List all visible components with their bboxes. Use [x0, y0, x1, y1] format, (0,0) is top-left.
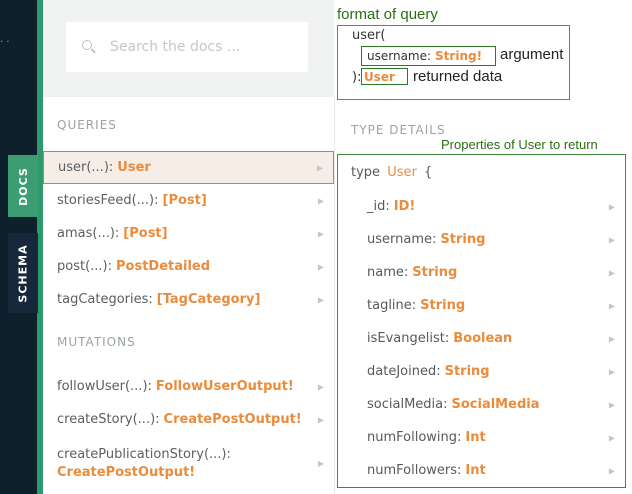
type-open-brace: {	[423, 165, 433, 180]
field-type[interactable]: String	[445, 364, 490, 379]
query-post[interactable]: post(...): PostDetailed ▶	[43, 250, 334, 283]
return-type: User	[364, 69, 395, 84]
mutation-followuser[interactable]: followUser(...): FollowUserOutput! ▶	[43, 370, 334, 403]
field-name: _id:	[367, 199, 390, 214]
query-user[interactable]: user(...): User ▶	[43, 151, 334, 184]
field-name: username:	[367, 232, 437, 247]
argument-type: String!	[435, 49, 483, 63]
chevron-right-icon: ▶	[608, 367, 615, 376]
return-annotation-label: returned data	[413, 68, 503, 85]
argument-box: username: String!	[361, 46, 496, 66]
field-type[interactable]: SocialMedia	[452, 397, 540, 412]
search-input[interactable]	[110, 39, 300, 55]
type-field-numfollowers[interactable]: numFollowers: Int ▶	[367, 454, 621, 487]
chevron-right-icon: ▶	[317, 415, 324, 424]
tab-docs[interactable]: DOCS	[8, 155, 38, 217]
field-name: numFollowers:	[367, 463, 462, 478]
query-amas[interactable]: amas(...): [Post] ▶	[43, 217, 334, 250]
argument-annotation-label: argument	[500, 46, 564, 63]
format-annotation-label: format of query	[337, 6, 438, 23]
chevron-right-icon: ▶	[608, 433, 615, 442]
chevron-right-icon: ▶	[608, 334, 615, 343]
query-name: storiesFeed(...):	[57, 193, 159, 208]
field-type[interactable]: String	[440, 232, 485, 247]
mutation-name: createStory(...):	[57, 412, 160, 427]
argument-name: username:	[367, 49, 432, 63]
mutation-name: followUser(...):	[57, 379, 152, 394]
type-keyword: type	[351, 165, 381, 180]
type-field-isevangelist[interactable]: isEvangelist: Boolean ▶	[367, 322, 621, 355]
query-type[interactable]: PostDetailed	[116, 259, 210, 274]
query-storiesfeed[interactable]: storiesFeed(...): [Post] ▶	[43, 184, 334, 217]
query-name: amas(...):	[57, 226, 120, 241]
tab-docs-label: DOCS	[16, 166, 30, 206]
type-header: type User {	[351, 165, 432, 180]
field-type[interactable]: Int	[465, 463, 485, 478]
query-name: user(...):	[58, 160, 114, 175]
query-type[interactable]: [Post]	[123, 226, 167, 241]
mutation-createstory[interactable]: createStory(...): CreatePostOutput! ▶	[43, 403, 334, 436]
properties-annotation-label: Properties of User to return	[441, 137, 598, 152]
query-format-open: user(	[352, 28, 386, 43]
search-box[interactable]	[66, 22, 308, 72]
field-type[interactable]: String	[412, 265, 457, 280]
mutation-createpublicationstory[interactable]: createPublicationStory(...): CreatePostO…	[43, 440, 334, 488]
field-type[interactable]: ID!	[394, 199, 416, 214]
mutation-name: createPublicationStory(...):	[57, 447, 231, 462]
chevron-right-icon: ▶	[608, 235, 615, 244]
field-name: dateJoined:	[367, 364, 441, 379]
query-type[interactable]: User	[117, 160, 151, 175]
chevron-right-icon: ▶	[317, 262, 324, 271]
rail-dots: · ·	[0, 37, 10, 48]
type-field-id[interactable]: _id: ID! ▶	[367, 190, 621, 223]
mutation-type[interactable]: CreatePostOutput!	[57, 464, 195, 482]
field-name: tagline:	[367, 298, 417, 313]
mutation-type[interactable]: CreatePostOutput!	[164, 412, 302, 427]
field-type[interactable]: String	[420, 298, 465, 313]
chevron-right-icon: ▶	[608, 202, 615, 211]
chevron-right-icon: ▶	[317, 382, 324, 391]
field-name: numFollowing:	[367, 430, 462, 445]
type-field-numfollowing[interactable]: numFollowing: Int ▶	[367, 421, 621, 454]
chevron-right-icon: ▶	[608, 268, 615, 277]
queries-title: QUERIES	[57, 118, 117, 132]
field-name: isEvangelist:	[367, 331, 450, 346]
type-field-name[interactable]: name: String ▶	[367, 256, 621, 289]
type-field-datejoined[interactable]: dateJoined: String ▶	[367, 355, 621, 388]
query-name: post(...):	[57, 259, 112, 274]
chevron-right-icon: ▶	[317, 459, 324, 468]
field-name: name:	[367, 265, 409, 280]
type-field-tagline[interactable]: tagline: String ▶	[367, 289, 621, 322]
tab-schema-label: SCHEMA	[16, 243, 30, 303]
chevron-right-icon: ▶	[317, 295, 324, 304]
field-type[interactable]: Boolean	[453, 331, 512, 346]
chevron-right-icon: ▶	[317, 229, 324, 238]
mutations-title: MUTATIONS	[57, 335, 136, 349]
query-type[interactable]: [TagCategory]	[157, 292, 261, 307]
chevron-right-icon: ▶	[317, 196, 324, 205]
chevron-right-icon: ▶	[608, 400, 615, 409]
query-tagcategories[interactable]: tagCategories: [TagCategory] ▶	[43, 283, 334, 316]
query-type[interactable]: [Post]	[163, 193, 207, 208]
mutation-type[interactable]: FollowUserOutput!	[156, 379, 294, 394]
type-field-socialmedia[interactable]: socialMedia: SocialMedia ▶	[367, 388, 621, 421]
panel-divider	[334, 97, 335, 494]
field-type[interactable]: Int	[465, 430, 485, 445]
tab-schema[interactable]: SCHEMA	[8, 233, 38, 313]
query-name: tagCategories:	[57, 292, 153, 307]
chevron-right-icon: ▶	[316, 163, 323, 172]
type-details-title: TYPE DETAILS	[351, 123, 446, 137]
search-icon	[82, 40, 96, 54]
type-field-username[interactable]: username: String ▶	[367, 223, 621, 256]
field-name: socialMedia:	[367, 397, 448, 412]
chevron-right-icon: ▶	[608, 301, 615, 310]
type-name: User	[387, 165, 417, 180]
chevron-right-icon: ▶	[608, 466, 615, 475]
return-type-box: User	[361, 68, 408, 85]
